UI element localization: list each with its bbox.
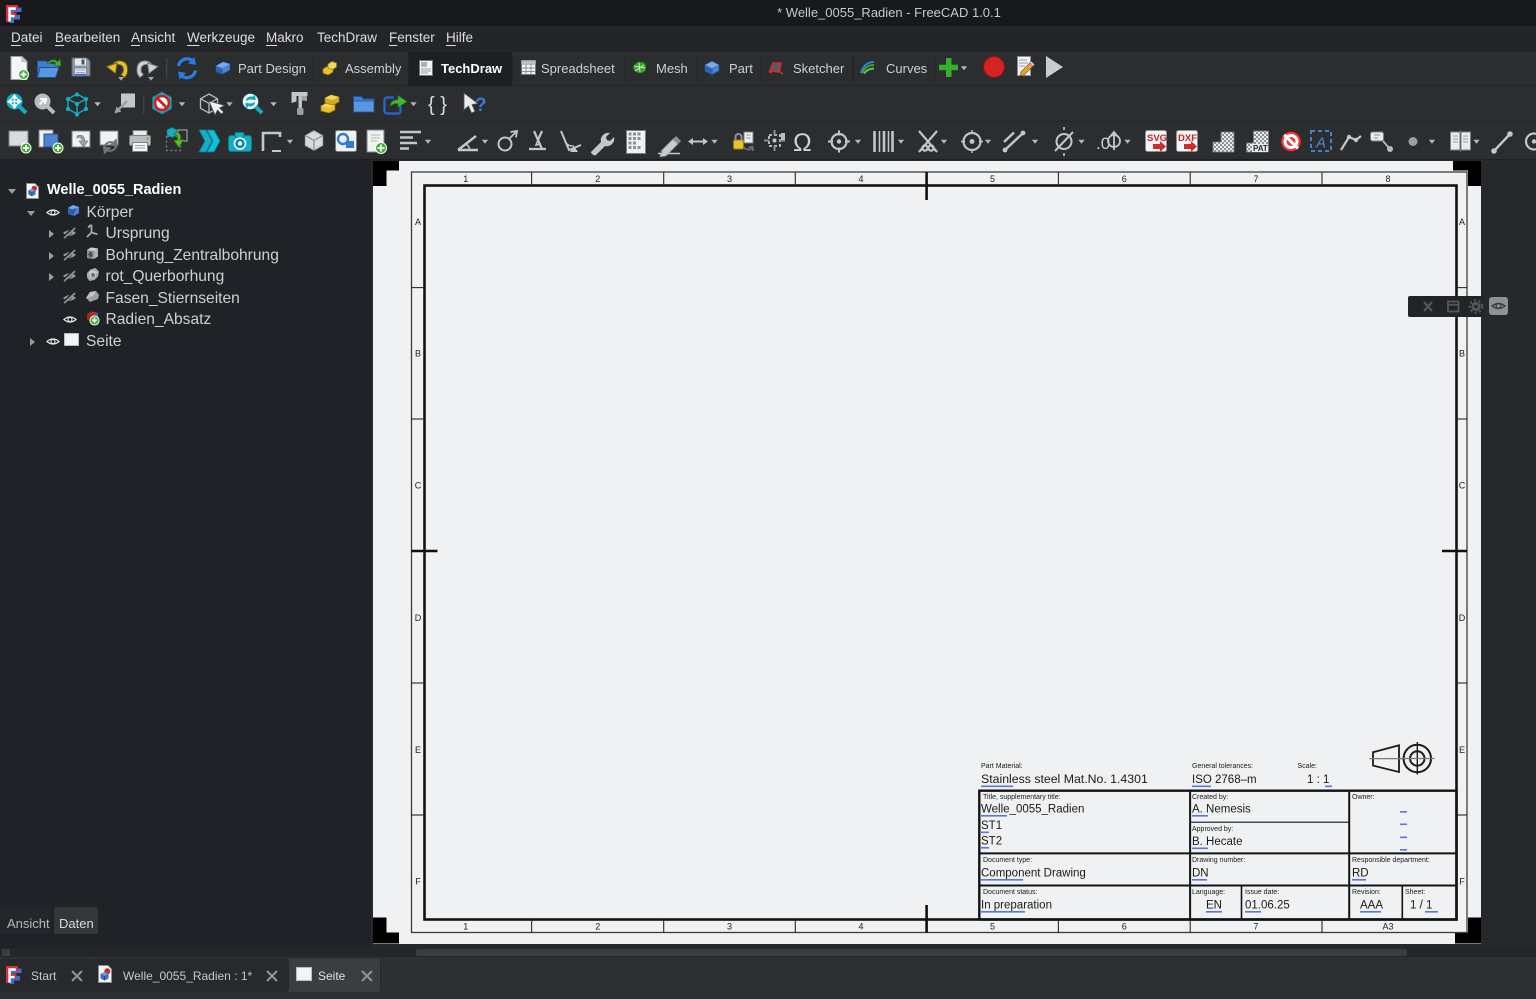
svg-text:Issue date:: Issue date:	[1245, 889, 1279, 896]
svg-text:4: 4	[858, 922, 863, 932]
svg-text:D: D	[415, 613, 422, 623]
svg-text:SVG: SVG	[1147, 133, 1167, 144]
svg-text:2: 2	[595, 922, 600, 932]
svg-text:A: A	[1315, 135, 1326, 152]
svg-text:ISO 2768–m: ISO 2768–m	[1192, 774, 1257, 786]
svg-text:Document type:: Document type:	[983, 857, 1032, 864]
svg-text:5: 5	[990, 922, 995, 932]
svg-text:1: 1	[463, 922, 468, 932]
svg-text:8: 8	[1385, 174, 1390, 184]
svg-text:ST1: ST1	[981, 820, 1002, 832]
svg-text:A. Nemesis: A. Nemesis	[1192, 804, 1251, 816]
svg-text:C: C	[415, 481, 422, 491]
svg-text:General tolerances:: General tolerances:	[1192, 763, 1253, 770]
svg-text:B: B	[1459, 349, 1465, 359]
svg-text:7: 7	[1253, 174, 1258, 184]
svg-text:A3: A3	[1382, 922, 1393, 932]
svg-text:3: 3	[727, 922, 732, 932]
svg-text:ST2: ST2	[981, 836, 1002, 848]
svg-text:Scale:: Scale:	[1298, 763, 1318, 770]
svg-text:2: 2	[595, 174, 600, 184]
svg-text:In preparation: In preparation	[981, 900, 1052, 912]
svg-text:7: 7	[1253, 922, 1258, 932]
svg-text:3: 3	[727, 174, 732, 184]
svg-text:Stainless steel Mat.No. 1.4301: Stainless steel Mat.No. 1.4301	[981, 772, 1148, 786]
svg-text:AAA: AAA	[1360, 900, 1383, 912]
svg-text:Owner:: Owner:	[1352, 794, 1375, 801]
svg-text:RD: RD	[1352, 868, 1369, 880]
svg-text:C: C	[1459, 481, 1466, 491]
svg-text:Title, supplementary title:: Title, supplementary title:	[983, 794, 1061, 801]
svg-text:6: 6	[1122, 174, 1127, 184]
svg-text:01.06.25: 01.06.25	[1245, 900, 1290, 912]
svg-text:E: E	[415, 745, 421, 755]
svg-text:Revision:: Revision:	[1352, 889, 1381, 896]
svg-text:1 : 1: 1 : 1	[1307, 774, 1329, 786]
svg-text:E: E	[1459, 745, 1465, 755]
svg-text:Responsible department:: Responsible department:	[1352, 857, 1430, 864]
svg-text:Part Material:: Part Material:	[981, 763, 1023, 770]
svg-text:Welle_0055_Radien: Welle_0055_Radien	[981, 804, 1084, 816]
svg-text:B: B	[415, 349, 421, 359]
svg-text:EN: EN	[1206, 900, 1222, 912]
svg-text:Document status:: Document status:	[983, 889, 1038, 896]
svg-text:{ }: { }	[428, 94, 447, 116]
svg-text:?: ?	[475, 95, 487, 116]
svg-text:A: A	[1459, 217, 1465, 227]
svg-text:Component Drawing: Component Drawing	[981, 868, 1086, 880]
svg-text:A: A	[415, 217, 421, 227]
svg-text:Language:: Language:	[1192, 889, 1225, 896]
svg-text:5: 5	[990, 174, 995, 184]
svg-text:6: 6	[1122, 922, 1127, 932]
svg-text:Sheet:: Sheet:	[1405, 889, 1425, 896]
svg-text:Approved by:: Approved by:	[1192, 826, 1233, 833]
svg-text:1 / 1: 1 / 1	[1410, 900, 1432, 912]
svg-text:F: F	[415, 877, 421, 887]
svg-text:F: F	[1459, 877, 1465, 887]
svg-text:B. Hecate: B. Hecate	[1192, 836, 1243, 848]
svg-text:PAT: PAT	[1253, 144, 1268, 153]
svg-text:4: 4	[858, 174, 863, 184]
svg-text:D: D	[1459, 613, 1466, 623]
svg-text:DXF: DXF	[1178, 133, 1197, 144]
svg-text:Created by:: Created by:	[1192, 794, 1228, 801]
svg-text:1: 1	[463, 174, 468, 184]
svg-text:Drawing number:: Drawing number:	[1192, 857, 1245, 864]
svg-text:Ω: Ω	[793, 129, 812, 157]
svg-text:DN: DN	[1192, 868, 1209, 880]
